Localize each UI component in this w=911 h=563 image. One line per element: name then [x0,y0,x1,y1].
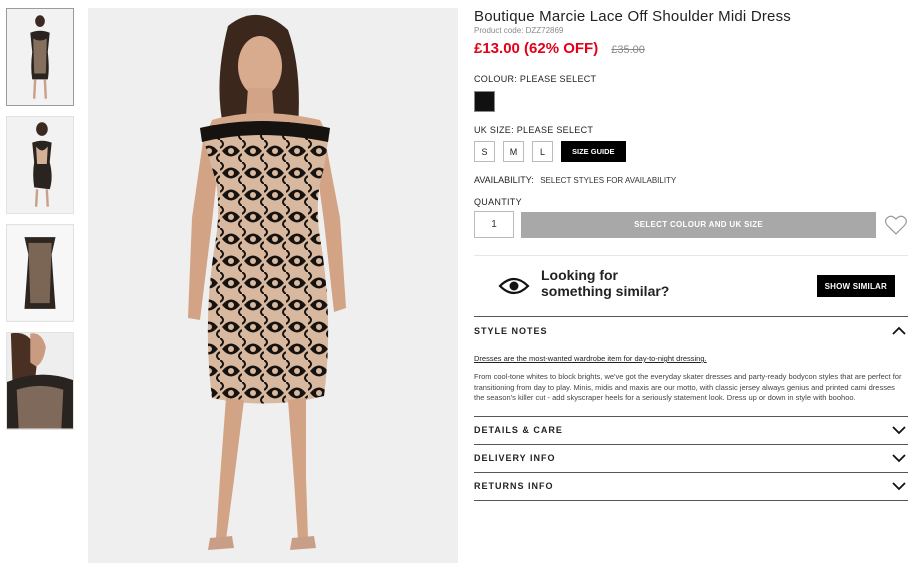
thumbnail-closeup-image [7,333,73,429]
size-label-row: UK SIZE: PLEASE SELECT [474,125,908,135]
colour-value: PLEASE SELECT [519,74,597,84]
style-notes-toggle[interactable]: STYLE NOTES [474,317,908,344]
size-option-l[interactable]: L [532,141,553,162]
wishlist-heart-icon[interactable] [884,214,908,236]
colour-label: COLOUR: [474,74,518,84]
chevron-down-icon [892,454,906,463]
main-product-image [88,8,458,563]
details-care-toggle[interactable]: DETAILS & CARE [474,417,908,444]
size-value: PLEASE SELECT [516,125,594,135]
colour-label-row: COLOUR: PLEASE SELECT [474,74,908,84]
style-notes-body: Dresses are the most-wanted wardrobe ite… [474,344,908,416]
similar-text-line2: something similar? [541,283,670,299]
availability-row: AVAILABILITY: SELECT STYLES FOR AVAILABI… [474,175,908,185]
delivery-info-toggle[interactable]: DELIVERY INFO [474,445,908,472]
thumbnail-flat-image [7,225,73,321]
thumbnail-flat[interactable] [6,224,74,322]
style-notes-intro: Dresses are the most-wanted wardrobe ite… [474,354,707,363]
style-notes-section: STYLE NOTES Dresses are the most-wanted … [474,316,908,416]
size-options: S M L SIZE GUIDE [474,141,908,162]
availability-label: AVAILABILITY: [474,175,534,185]
thumbnail-list [6,8,74,440]
colour-swatch-black[interactable] [474,91,495,112]
delivery-info-title: DELIVERY INFO [474,453,556,463]
price-row: £13.00 (62% OFF) £35.00 [474,40,908,57]
add-to-bag-button[interactable]: SELECT COLOUR AND UK SIZE [521,211,877,238]
details-care-title: DETAILS & CARE [474,425,563,435]
quantity-row: SELECT COLOUR AND UK SIZE [474,211,908,238]
product-code: Product code: DZZ72869 [474,26,564,35]
original-price: £35.00 [611,44,645,56]
model-illustration [88,8,458,563]
quantity-label: QUANTITY [474,197,522,207]
product-title: Boutique Marcie Lace Off Shoulder Midi D… [474,8,792,25]
style-notes-paragraph: From cool-tone whites to block brights, … [474,372,902,402]
thumbnail-closeup[interactable] [6,332,74,430]
size-guide-button[interactable]: SIZE GUIDE [561,141,626,162]
delivery-info-section: DELIVERY INFO [474,443,908,472]
availability-value: SELECT STYLES FOR AVAILABILITY [540,176,677,185]
thumbnail-back-image [7,117,73,213]
chevron-down-icon [892,482,906,491]
thumbnail-front-image [7,9,73,105]
quantity-input[interactable] [474,211,514,238]
similar-text: Looking for something similar? [541,267,741,299]
product-info: Boutique Marcie Lace Off Shoulder Midi D… [474,8,908,501]
show-similar-button[interactable]: SHOW SIMILAR [816,275,895,297]
thumbnail-back[interactable] [6,116,74,214]
size-option-s[interactable]: S [474,141,495,162]
style-notes-title: STYLE NOTES [474,325,548,336]
returns-info-toggle[interactable]: RETURNS INFO [474,473,908,500]
details-care-section: DETAILS & CARE [474,415,908,444]
similar-text-line1: Looking for [541,267,618,283]
size-option-m[interactable]: M [503,141,524,162]
returns-info-title: RETURNS INFO [474,481,554,491]
similar-banner: Looking for something similar? SHOW SIMI… [474,255,908,316]
eye-icon [498,277,530,295]
thumbnail-front[interactable] [6,8,74,106]
chevron-down-icon [892,426,906,435]
size-label: UK SIZE: [474,125,514,135]
sale-price: £13.00 (62% OFF) [474,40,599,57]
returns-info-section: RETURNS INFO [474,471,908,501]
chevron-up-icon [892,326,906,335]
